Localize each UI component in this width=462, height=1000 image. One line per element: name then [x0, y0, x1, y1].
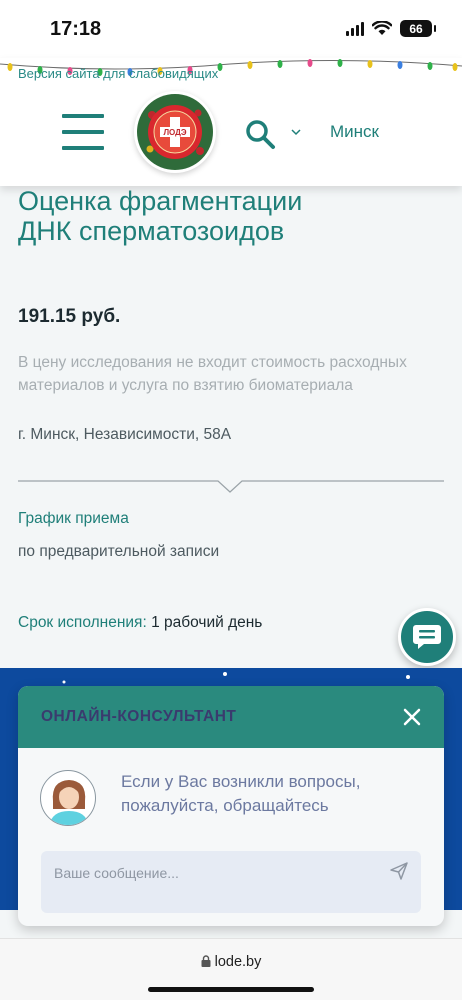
wifi-icon: [372, 21, 392, 35]
search-icon[interactable]: [244, 118, 276, 150]
schedule-label: График приема: [18, 510, 129, 527]
title-line-1: Оценка фрагментации: [18, 186, 303, 216]
cellular-signal-icon: [346, 21, 364, 36]
address-divider[interactable]: [18, 478, 444, 498]
term-label: Срок исполнения:: [18, 614, 147, 631]
price-note: В цену исследования не входит стоимость …: [18, 354, 407, 394]
url-text: lode.by: [214, 954, 262, 970]
message-field[interactable]: [41, 851, 421, 913]
consultant-header: ОНЛАЙН-КОНСУЛЬТАНТ: [18, 686, 444, 748]
site-header: Версия сайта для слабовидящих ЛОДЭ Минск: [0, 58, 462, 186]
status-time: 17:18: [50, 18, 102, 40]
city-selector[interactable]: Минск: [330, 122, 379, 142]
chat-open-button[interactable]: [398, 608, 456, 666]
status-icons: 66: [346, 20, 436, 37]
chevron-down-icon[interactable]: [290, 126, 302, 138]
lock-icon: [201, 955, 211, 967]
battery-icon: 66: [400, 20, 436, 37]
logo-emblem-icon: ЛОДЭ: [137, 94, 213, 170]
accessibility-version-link[interactable]: Версия сайта для слабовидящих: [18, 66, 218, 81]
clinic-address[interactable]: г. Минск, Независимости, 58А: [18, 426, 231, 444]
home-indicator[interactable]: [148, 987, 314, 992]
chat-bubble-icon: [413, 625, 441, 649]
menu-burger-icon[interactable]: [62, 114, 104, 150]
consultant-message: Если у Вас возникли вопросы, пожалуйста,…: [121, 772, 361, 815]
svg-text:ЛОДЭ: ЛОДЭ: [163, 128, 186, 137]
title-line-2: ДНК сперматозоидов: [18, 216, 285, 246]
snow-decoration: [62, 672, 410, 684]
send-icon[interactable]: [389, 861, 409, 881]
close-icon[interactable]: [402, 707, 422, 727]
schedule-value: по предварительной записи: [18, 543, 220, 560]
url-display[interactable]: lode.by: [0, 954, 462, 970]
message-input[interactable]: [41, 851, 381, 895]
online-consultant-panel: ОНЛАЙН-КОНСУЛЬТАНТ Если у Вас возникли в…: [18, 686, 444, 926]
term-value: 1 рабочий день: [151, 614, 263, 631]
site-logo[interactable]: ЛОДЭ: [134, 91, 216, 173]
consultant-title: ОНЛАЙН-КОНСУЛЬТАНТ: [41, 708, 237, 725]
consultant-person-icon: [49, 780, 89, 825]
consultant-avatar: [40, 770, 96, 826]
browser-address-bar[interactable]: lode.by: [0, 938, 462, 1000]
execution-term: Срок исполнения: 1 рабочий день: [18, 614, 262, 632]
service-price: 191.15 руб.: [18, 306, 121, 327]
page-title: Оценка фрагментации ДНК сперматозоидов: [18, 186, 438, 246]
status-bar: 17:18 66: [0, 0, 462, 58]
